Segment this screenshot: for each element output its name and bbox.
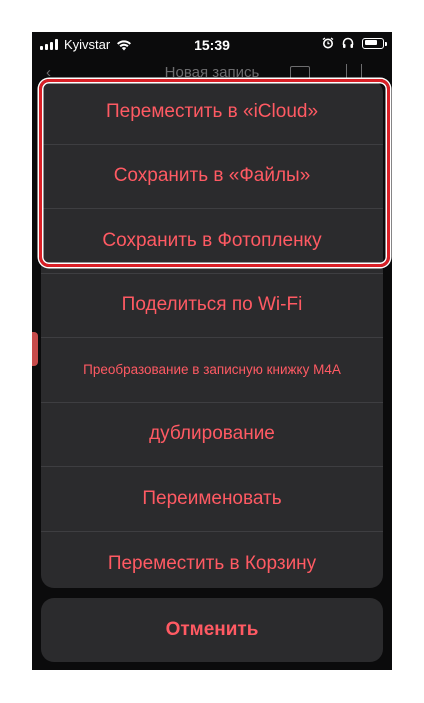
move-to-trash-button[interactable]: Переместить в Корзину <box>41 532 383 589</box>
background-nav-title: Новая запись <box>164 64 260 81</box>
rename-button[interactable]: Переименовать <box>41 467 383 532</box>
action-sheet: Переместить в «iCloud» Сохранить в «Файл… <box>41 80 383 588</box>
share-via-wifi-button[interactable]: Поделиться по Wi-Fi <box>41 274 383 338</box>
phone-screen: Kyivstar 15:39 ‹ Новая запись Переместит… <box>32 32 392 670</box>
status-bar: Kyivstar 15:39 <box>32 32 392 58</box>
headphones-icon <box>342 37 354 48</box>
save-to-files-button[interactable]: Сохранить в «Файлы» <box>41 145 383 209</box>
status-right <box>322 37 387 49</box>
save-to-camera-roll-button[interactable]: Сохранить в Фотопленку <box>41 209 383 274</box>
folder-icon <box>290 66 310 80</box>
move-to-icloud-button[interactable]: Переместить в «iCloud» <box>41 80 383 145</box>
background-record-indicator <box>32 332 38 366</box>
share-icon <box>346 64 362 79</box>
convert-to-m4a-button[interactable]: Преобразование в записную книжку M4A <box>41 338 383 403</box>
duplicate-button[interactable]: дублирование <box>41 403 383 467</box>
cancel-button[interactable]: Отменить <box>41 598 383 662</box>
battery-icon <box>362 37 387 49</box>
alarm-clock-icon <box>322 37 334 49</box>
